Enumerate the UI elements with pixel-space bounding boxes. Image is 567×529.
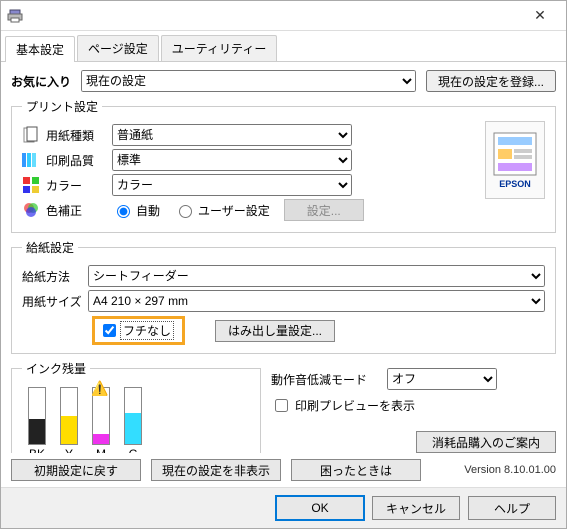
help-button[interactable]: ヘルプ <box>468 496 556 520</box>
borderless-checkbox[interactable] <box>103 324 116 337</box>
cc-user-label: ユーザー設定 <box>198 202 270 219</box>
ink-level-group: インク残量 BK Y ⚠️ M <box>11 360 261 453</box>
ink-bar-y: Y <box>60 387 78 453</box>
ink-bar-c: C <box>124 387 142 453</box>
print-settings-group: プリント設定 用紙種類 普通紙 印刷品質 標準 カラー <box>11 98 556 233</box>
color-label: カラー <box>46 177 106 194</box>
tab-strip: 基本設定 ページ設定 ユーティリティー <box>1 31 566 62</box>
paper-feed-group: 給紙設定 給紙方法 シートフィーダー 用紙サイズ A4 210 × 297 mm… <box>11 239 556 354</box>
reset-defaults-button[interactable]: 初期設定に戻す <box>11 459 141 481</box>
register-favorite-button[interactable]: 現在の設定を登録... <box>426 70 556 92</box>
cc-auto-label: 自動 <box>136 202 160 219</box>
tab-utility[interactable]: ユーティリティー <box>161 35 278 61</box>
printer-icon <box>7 8 23 24</box>
paper-size-select[interactable]: A4 210 × 297 mm <box>88 290 545 312</box>
cc-user-radio[interactable]: ユーザー設定 <box>174 202 270 219</box>
quality-icon <box>22 151 40 169</box>
dialog-buttons: OK キャンセル ヘルプ <box>1 487 566 528</box>
hide-settings-button[interactable]: 現在の設定を非表示 <box>151 459 281 481</box>
favorites-select[interactable]: 現在の設定 <box>81 70 416 92</box>
color-correction-icon <box>22 201 40 219</box>
paper-source-select[interactable]: シートフィーダー <box>88 265 545 287</box>
paper-type-icon <box>22 126 40 144</box>
paper-source-label: 給紙方法 <box>22 268 82 285</box>
footer-actions: 初期設定に戻す 現在の設定を非表示 困ったときは Version 8.10.01… <box>1 453 566 487</box>
quiet-mode-label: 動作音低減モード <box>271 371 381 388</box>
tab-page[interactable]: ページ設定 <box>77 35 159 61</box>
ink-bar-m: ⚠️ M <box>92 387 110 453</box>
ink-bar-bk: BK <box>28 387 46 453</box>
quality-label: 印刷品質 <box>46 152 106 169</box>
print-preview-label: 印刷プレビューを表示 <box>295 397 415 414</box>
cancel-button[interactable]: キャンセル <box>372 496 460 520</box>
paper-size-label: 用紙サイズ <box>22 293 82 310</box>
borderless-highlight: フチなし <box>92 316 185 345</box>
print-preview-checkbox[interactable]: 印刷プレビューを表示 <box>271 396 415 415</box>
paper-type-label: 用紙種類 <box>46 127 106 144</box>
color-select[interactable]: カラー <box>112 174 352 196</box>
warning-icon: ⚠️ <box>91 380 108 397</box>
overflow-settings-button[interactable]: はみ出し量設定... <box>215 320 335 342</box>
ink-level-legend: インク残量 <box>22 360 90 377</box>
paper-type-select[interactable]: 普通紙 <box>112 124 352 146</box>
print-dialog: ✕ 基本設定 ページ設定 ユーティリティー お気に入り 現在の設定 現在の設定を… <box>0 0 567 529</box>
favorites-row: お気に入り 現在の設定 現在の設定を登録... <box>11 70 556 92</box>
brand-label: EPSON <box>499 179 531 189</box>
troubleshoot-button[interactable]: 困ったときは <box>291 459 421 481</box>
color-icon <box>22 176 40 194</box>
borderless-label: フチなし <box>120 321 174 340</box>
color-correction-label: 色補正 <box>46 202 106 219</box>
preview-image: EPSON <box>485 121 545 199</box>
tab-content: お気に入り 現在の設定 現在の設定を登録... プリント設定 用紙種類 普通紙 … <box>1 62 566 453</box>
quality-select[interactable]: 標準 <box>112 149 352 171</box>
print-settings-legend: プリント設定 <box>22 98 102 115</box>
supplies-button[interactable]: 消耗品購入のご案内 <box>416 431 556 453</box>
titlebar: ✕ <box>1 1 566 31</box>
close-button[interactable]: ✕ <box>520 2 560 30</box>
version-label: Version 8.10.01.00 <box>464 464 556 476</box>
ok-button[interactable]: OK <box>276 496 364 520</box>
cc-auto-radio[interactable]: 自動 <box>112 202 160 219</box>
favorites-label: お気に入り <box>11 73 71 90</box>
cc-settings-button: 設定... <box>284 199 364 221</box>
paper-feed-legend: 給紙設定 <box>22 239 78 256</box>
tab-basic[interactable]: 基本設定 <box>5 36 75 62</box>
preview-icon <box>492 131 538 177</box>
quiet-mode-select[interactable]: オフ <box>387 368 497 390</box>
